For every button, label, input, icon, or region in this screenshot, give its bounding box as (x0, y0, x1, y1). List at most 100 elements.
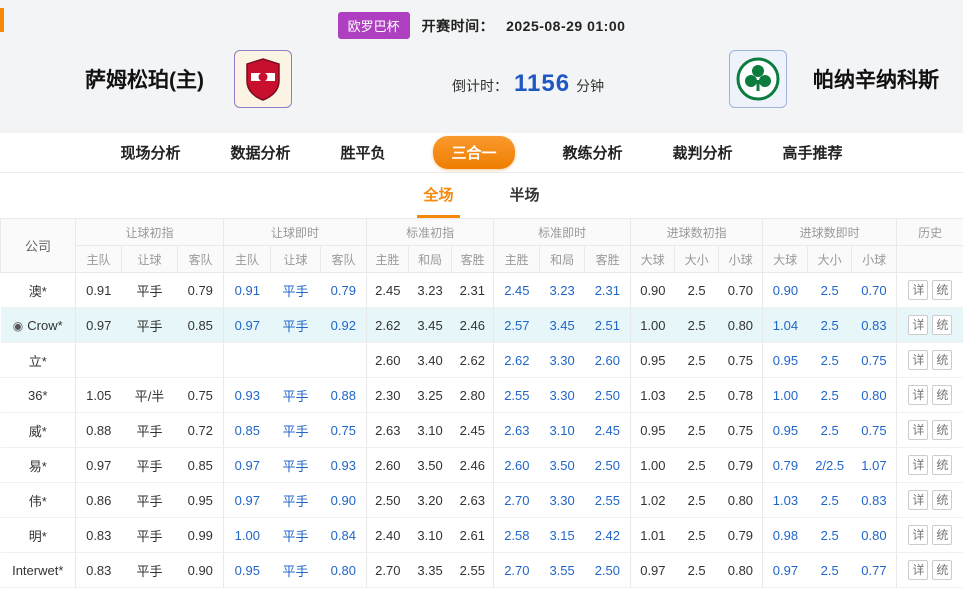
detail-button[interactable]: 详 (908, 315, 928, 335)
odds-cell[interactable]: 0.95 (763, 413, 808, 448)
odds-cell[interactable]: 2.70 (494, 553, 540, 588)
odds-cell[interactable]: 2.5 (808, 518, 852, 553)
odds-cell[interactable]: 0.84 (321, 518, 367, 553)
odds-cell[interactable]: 2.50 (585, 553, 631, 588)
odds-cell[interactable]: 3.50 (540, 448, 585, 483)
stats-button[interactable]: 统 (932, 490, 952, 510)
odds-cell[interactable]: 0.80 (852, 518, 897, 553)
stats-button[interactable]: 统 (932, 420, 952, 440)
nav-tab-1[interactable]: 现场分析 (118, 138, 182, 167)
odds-cell[interactable]: 2.5 (808, 378, 852, 413)
odds-cell[interactable]: 3.23 (540, 273, 585, 308)
odds-cell[interactable]: 0.97 (763, 553, 808, 588)
odds-cell[interactable]: 平手 (271, 378, 321, 413)
odds-cell[interactable]: 平手 (271, 483, 321, 518)
odds-cell[interactable]: 3.45 (540, 308, 585, 343)
odds-cell[interactable]: 2.5 (808, 273, 852, 308)
odds-cell[interactable]: 0.98 (763, 518, 808, 553)
odds-cell[interactable]: 2.55 (494, 378, 540, 413)
odds-cell[interactable]: 3.55 (540, 553, 585, 588)
odds-cell[interactable]: 0.70 (852, 273, 897, 308)
odds-cell[interactable]: 0.88 (321, 378, 367, 413)
odds-cell[interactable]: 3.30 (540, 378, 585, 413)
detail-button[interactable]: 详 (908, 490, 928, 510)
odds-cell[interactable]: 2.5 (808, 413, 852, 448)
nav-tab-6[interactable]: 裁判分析 (671, 138, 735, 167)
stats-button[interactable]: 统 (932, 560, 952, 580)
detail-button[interactable]: 详 (908, 525, 928, 545)
stats-button[interactable]: 统 (932, 385, 952, 405)
stats-button[interactable]: 统 (932, 280, 952, 300)
nav-tab-7[interactable]: 高手推荐 (781, 138, 845, 167)
scope-tab-1[interactable]: 全场 (417, 173, 459, 218)
nav-tab-4[interactable]: 三合一 (433, 136, 514, 169)
odds-cell[interactable]: 2.63 (494, 413, 540, 448)
odds-cell[interactable]: 2.5 (808, 308, 852, 343)
odds-cell[interactable]: 2.50 (585, 448, 631, 483)
odds-cell[interactable]: 3.30 (540, 483, 585, 518)
odds-cell[interactable]: 2.70 (494, 483, 540, 518)
odds-cell[interactable]: 0.97 (224, 448, 271, 483)
odds-cell[interactable]: 平手 (271, 518, 321, 553)
odds-cell[interactable]: 2.5 (808, 553, 852, 588)
odds-cell[interactable]: 2.57 (494, 308, 540, 343)
odds-cell[interactable]: 2.31 (585, 273, 631, 308)
odds-cell[interactable]: 3.30 (540, 343, 585, 378)
stats-button[interactable]: 统 (932, 525, 952, 545)
odds-cell[interactable]: 0.93 (321, 448, 367, 483)
odds-cell[interactable]: 0.75 (852, 413, 897, 448)
odds-cell[interactable]: 平手 (271, 553, 321, 588)
nav-tab-5[interactable]: 教练分析 (561, 138, 625, 167)
nav-tab-2[interactable]: 数据分析 (228, 138, 292, 167)
odds-cell[interactable]: 平手 (271, 413, 321, 448)
odds-cell[interactable]: 0.90 (321, 483, 367, 518)
odds-cell[interactable]: 平手 (271, 448, 321, 483)
odds-cell[interactable]: 1.00 (224, 518, 271, 553)
odds-cell[interactable]: 2.62 (494, 343, 540, 378)
odds-cell[interactable]: 0.75 (321, 413, 367, 448)
odds-cell[interactable]: 平手 (271, 273, 321, 308)
odds-cell[interactable]: 0.80 (852, 378, 897, 413)
odds-cell[interactable]: 2.55 (585, 483, 631, 518)
odds-cell[interactable]: 0.80 (321, 553, 367, 588)
detail-button[interactable]: 详 (908, 420, 928, 440)
odds-cell[interactable]: 0.97 (224, 483, 271, 518)
odds-cell[interactable]: 1.00 (763, 378, 808, 413)
odds-cell[interactable]: 平手 (271, 308, 321, 343)
odds-cell[interactable]: 0.90 (763, 273, 808, 308)
odds-cell[interactable]: 2.60 (585, 343, 631, 378)
odds-cell[interactable]: 0.77 (852, 553, 897, 588)
detail-button[interactable]: 详 (908, 455, 928, 475)
odds-cell[interactable]: 2.5 (808, 343, 852, 378)
odds-cell[interactable]: 0.97 (224, 308, 271, 343)
odds-cell[interactable]: 0.93 (224, 378, 271, 413)
odds-cell[interactable]: 2.45 (494, 273, 540, 308)
odds-cell[interactable]: 2.50 (585, 378, 631, 413)
odds-cell[interactable]: 0.75 (852, 343, 897, 378)
stats-button[interactable]: 统 (932, 315, 952, 335)
scope-tab-2[interactable]: 半场 (504, 173, 546, 218)
odds-cell[interactable]: 2.51 (585, 308, 631, 343)
odds-cell[interactable]: 1.04 (763, 308, 808, 343)
detail-button[interactable]: 详 (908, 280, 928, 300)
odds-cell[interactable]: 2.42 (585, 518, 631, 553)
odds-cell[interactable]: 0.85 (224, 413, 271, 448)
odds-cell[interactable]: 2.60 (494, 448, 540, 483)
stats-button[interactable]: 统 (932, 455, 952, 475)
odds-cell[interactable]: 0.95 (224, 553, 271, 588)
odds-cell[interactable]: 0.83 (852, 483, 897, 518)
odds-cell[interactable]: 2.5 (808, 483, 852, 518)
odds-cell[interactable]: 3.10 (540, 413, 585, 448)
nav-tab-3[interactable]: 胜平负 (338, 138, 387, 167)
odds-cell[interactable]: 0.83 (852, 308, 897, 343)
odds-cell[interactable]: 0.79 (763, 448, 808, 483)
odds-cell[interactable]: 3.15 (540, 518, 585, 553)
odds-cell[interactable]: 0.92 (321, 308, 367, 343)
league-badge[interactable]: 欧罗巴杯 (338, 12, 410, 39)
detail-button[interactable]: 详 (908, 385, 928, 405)
odds-cell[interactable]: 1.07 (852, 448, 897, 483)
odds-cell[interactable]: 2.45 (585, 413, 631, 448)
odds-cell[interactable]: 2/2.5 (808, 448, 852, 483)
stats-button[interactable]: 统 (932, 350, 952, 370)
detail-button[interactable]: 详 (908, 350, 928, 370)
